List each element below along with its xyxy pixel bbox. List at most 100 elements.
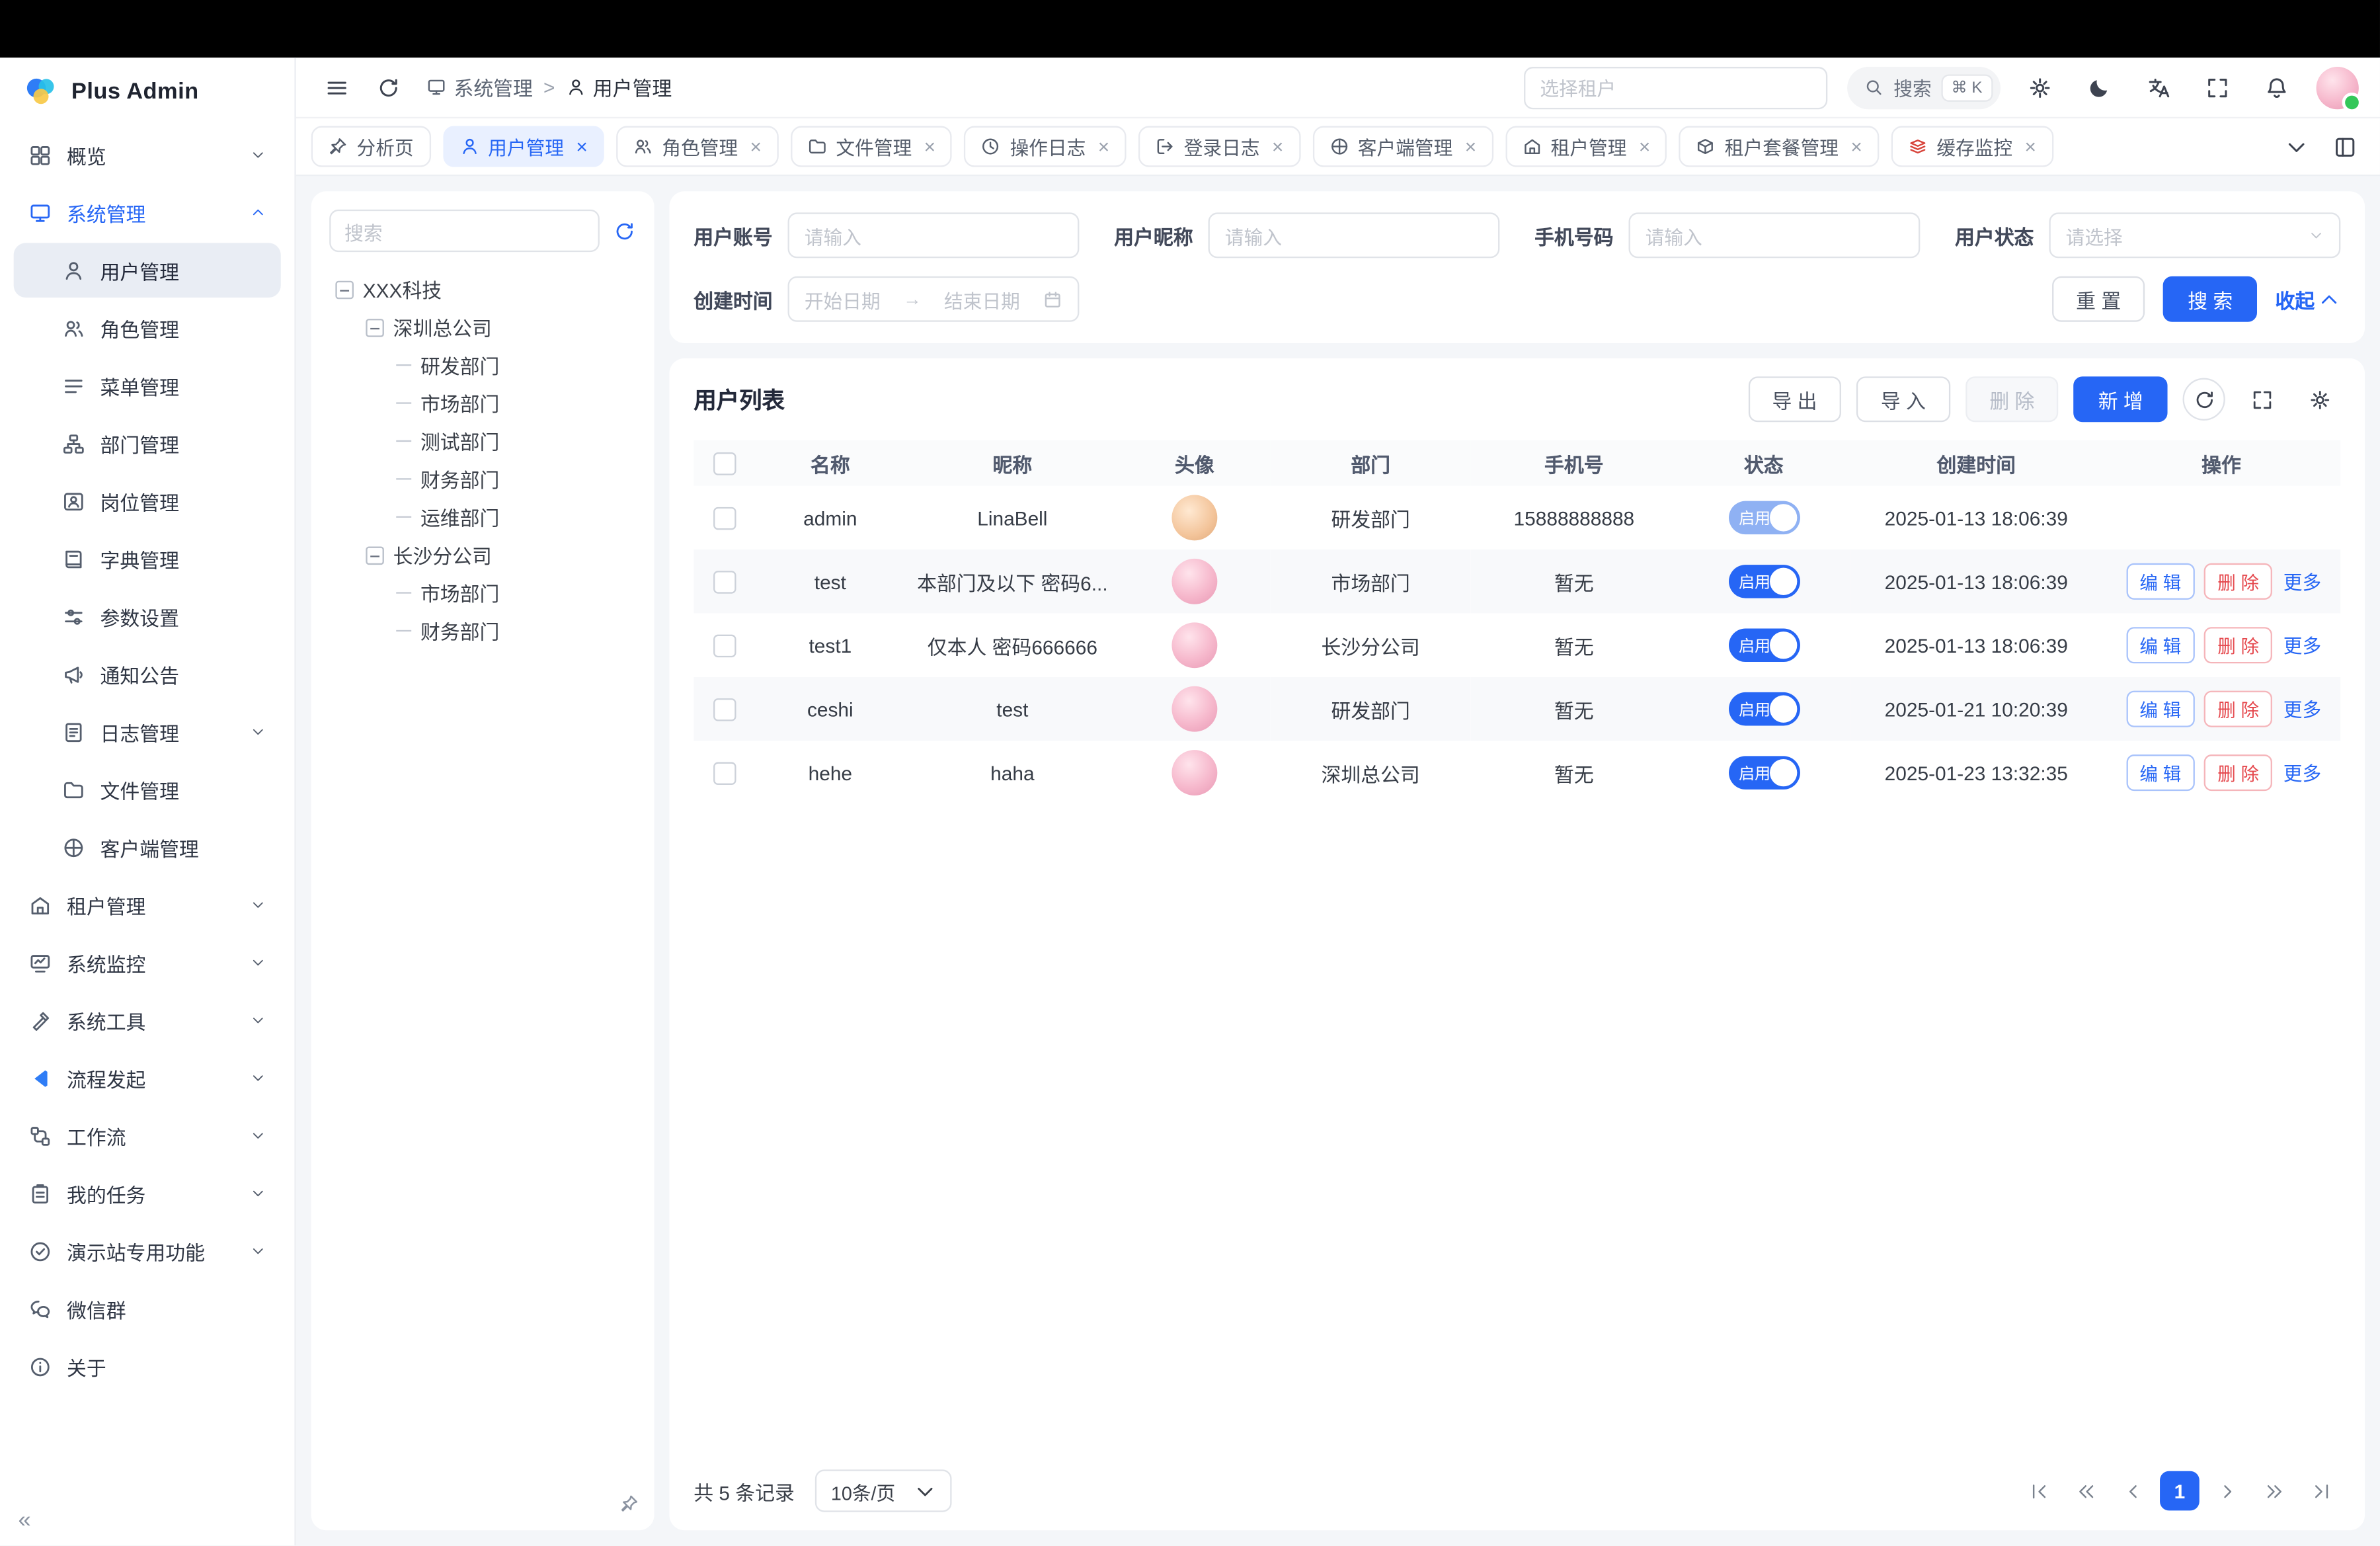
- pagination-next-button[interactable]: [2207, 1471, 2246, 1511]
- tab-客户端管理[interactable]: 客户端管理×: [1312, 126, 1493, 167]
- more-button[interactable]: 更多: [2283, 763, 2321, 784]
- reset-button[interactable]: 重 置: [2051, 276, 2145, 322]
- sidebar-subitem[interactable]: 菜单管理: [14, 358, 281, 413]
- tab-close-icon[interactable]: ×: [750, 137, 761, 157]
- tab-close-icon[interactable]: ×: [924, 137, 935, 157]
- user-avatar[interactable]: [2317, 66, 2359, 108]
- sidebar-subitem[interactable]: 日志管理: [14, 704, 281, 759]
- filter-text-input[interactable]: 请输入: [1628, 212, 1920, 258]
- filter-text-input[interactable]: 请输入: [788, 212, 1080, 258]
- tree-refresh-button[interactable]: [614, 220, 636, 242]
- filter-text-input[interactable]: 请输入: [1209, 212, 1500, 258]
- status-toggle[interactable]: 启用: [1728, 565, 1800, 598]
- dark-mode-button[interactable]: [2079, 67, 2119, 107]
- tab-close-icon[interactable]: ×: [576, 137, 587, 157]
- tab-缓存监控[interactable]: 缓存监控×: [1891, 126, 2053, 167]
- delete-button[interactable]: 删 除: [2204, 691, 2273, 727]
- tab-close-icon[interactable]: ×: [1272, 137, 1283, 157]
- page-size-select[interactable]: 10条/页: [816, 1469, 951, 1512]
- sidebar-item[interactable]: 演示站专用功能: [14, 1223, 281, 1278]
- sidebar-subitem[interactable]: 角色管理: [14, 301, 281, 356]
- tab-close-icon[interactable]: ×: [1098, 137, 1109, 157]
- tree-collapse-toggle[interactable]: [366, 318, 384, 337]
- pagination-page-1[interactable]: 1: [2160, 1471, 2200, 1511]
- delete-button[interactable]: 删 除: [2204, 754, 2273, 791]
- sidebar-item[interactable]: 流程发起: [14, 1051, 281, 1106]
- tab-登录日志[interactable]: 登录日志×: [1138, 126, 1300, 167]
- tree-node[interactable]: 财务部门: [329, 460, 636, 498]
- select-all-checkbox[interactable]: [713, 452, 735, 475]
- batch-delete-button[interactable]: 删 除: [1965, 376, 2059, 422]
- refresh-button[interactable]: [369, 67, 409, 107]
- tenant-select[interactable]: 选择租户: [1523, 66, 1827, 108]
- tab-文件管理[interactable]: 文件管理×: [791, 126, 953, 167]
- table-fullscreen-button[interactable]: [2241, 378, 2283, 421]
- tree-node[interactable]: 深圳总公司: [329, 308, 636, 346]
- sidebar-subitem[interactable]: 客户端管理: [14, 820, 281, 875]
- tree-node[interactable]: 市场部门: [329, 384, 636, 422]
- sidebar-item[interactable]: 系统管理: [14, 185, 281, 240]
- edit-button[interactable]: 编 辑: [2126, 754, 2195, 791]
- hamburger-button[interactable]: [317, 67, 357, 107]
- sidebar-item[interactable]: 系统监控: [14, 935, 281, 990]
- status-toggle[interactable]: 启用: [1728, 501, 1800, 535]
- pagination-last-button[interactable]: [2301, 1471, 2341, 1511]
- edit-button[interactable]: 编 辑: [2126, 691, 2195, 727]
- tree-node[interactable]: XXX科技: [329, 270, 636, 308]
- status-toggle[interactable]: 启用: [1728, 692, 1800, 726]
- notifications-button[interactable]: [2257, 67, 2297, 107]
- sidebar-item[interactable]: 我的任务: [14, 1166, 281, 1221]
- row-checkbox[interactable]: [713, 762, 735, 785]
- tree-collapse-toggle[interactable]: [366, 546, 384, 564]
- tab-close-icon[interactable]: ×: [1639, 137, 1650, 157]
- collapse-filters-link[interactable]: 收起: [2276, 284, 2341, 313]
- sidebar-item[interactable]: 工作流: [14, 1108, 281, 1163]
- tree-node[interactable]: 财务部门: [329, 612, 636, 649]
- layout-toggle-button[interactable]: [2325, 127, 2365, 167]
- tree-node[interactable]: 测试部门: [329, 422, 636, 460]
- more-button[interactable]: 更多: [2283, 571, 2321, 592]
- sidebar-subitem[interactable]: 参数设置: [14, 589, 281, 644]
- sidebar-subitem[interactable]: 岗位管理: [14, 473, 281, 528]
- settings-button[interactable]: [2020, 67, 2060, 107]
- tab-close-icon[interactable]: ×: [1850, 137, 1862, 157]
- add-button[interactable]: 新 增: [2074, 376, 2167, 422]
- date-range-input[interactable]: 开始日期 → 结束日期: [788, 276, 1080, 322]
- sidebar-subitem[interactable]: 用户管理: [14, 243, 281, 298]
- sidebar-subitem[interactable]: 通知公告: [14, 647, 281, 702]
- tree-node[interactable]: 市场部门: [329, 574, 636, 612]
- delete-button[interactable]: 删 除: [2204, 627, 2273, 663]
- language-button[interactable]: [2139, 67, 2178, 107]
- pagination-prev-button[interactable]: [2113, 1471, 2153, 1511]
- sidebar-item[interactable]: 微信群: [14, 1282, 281, 1336]
- fullscreen-button[interactable]: [2198, 67, 2237, 107]
- tree-node[interactable]: 运维部门: [329, 498, 636, 536]
- tab-租户管理[interactable]: 租户管理×: [1505, 126, 1667, 167]
- tabs-dropdown-button[interactable]: [2277, 127, 2317, 167]
- sidebar-subitem[interactable]: 部门管理: [14, 416, 281, 471]
- tab-角色管理[interactable]: 角色管理×: [616, 126, 778, 167]
- breadcrumb-item-current[interactable]: 用户管理: [565, 73, 672, 102]
- tab-分析页[interactable]: 分析页: [311, 126, 430, 167]
- sidebar-item[interactable]: 租户管理: [14, 877, 281, 932]
- pagination-fast-prev-button[interactable]: [2066, 1471, 2106, 1511]
- tab-close-icon[interactable]: ×: [1465, 137, 1476, 157]
- status-toggle[interactable]: 启用: [1728, 756, 1800, 790]
- delete-button[interactable]: 删 除: [2204, 563, 2273, 600]
- edit-button[interactable]: 编 辑: [2126, 627, 2195, 663]
- sidebar-collapse-button[interactable]: «: [19, 1508, 31, 1533]
- tree-search-input[interactable]: 搜索: [329, 210, 600, 252]
- pagination-first-button[interactable]: [2019, 1471, 2059, 1511]
- table-refresh-button[interactable]: [2183, 378, 2225, 421]
- sidebar-subitem[interactable]: 字典管理: [14, 532, 281, 587]
- tab-用户管理[interactable]: 用户管理×: [442, 126, 604, 167]
- tab-操作日志[interactable]: 操作日志×: [965, 126, 1127, 167]
- more-button[interactable]: 更多: [2283, 635, 2321, 657]
- tree-collapse-toggle[interactable]: [335, 280, 354, 299]
- status-toggle[interactable]: 启用: [1728, 629, 1800, 663]
- sidebar-subitem[interactable]: 文件管理: [14, 762, 281, 817]
- tab-租户套餐管理[interactable]: 租户套餐管理×: [1679, 126, 1879, 167]
- row-checkbox[interactable]: [713, 507, 735, 530]
- table-settings-button[interactable]: [2298, 378, 2340, 421]
- sidebar-item[interactable]: 关于: [14, 1339, 281, 1394]
